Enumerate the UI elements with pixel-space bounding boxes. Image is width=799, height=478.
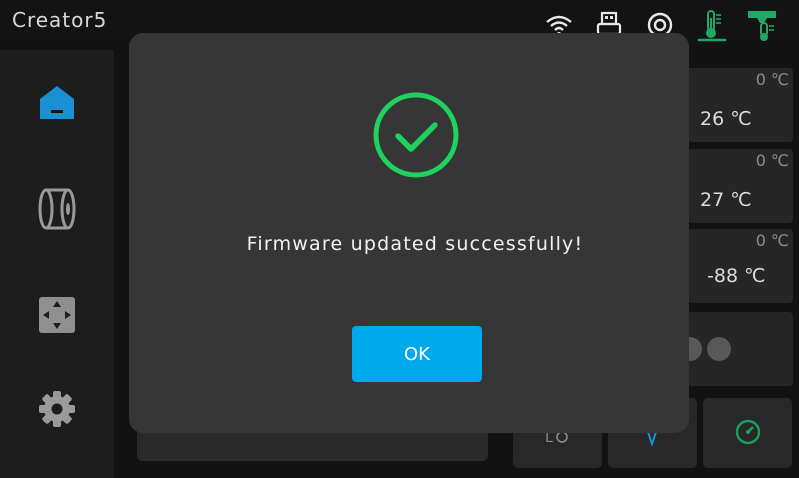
- temperature-card-chamber: 0 ℃ -88 ℃: [688, 229, 793, 303]
- temperature-card-extruder: 0 ℃ 27 ℃: [688, 149, 793, 223]
- sidebar-item-settings[interactable]: [34, 386, 80, 432]
- home-icon: [40, 86, 74, 119]
- bed-current-temp: 26 ℃: [700, 108, 752, 130]
- fan-panel: [688, 312, 793, 386]
- fan-dot: [707, 337, 731, 361]
- move-axis-icon: [39, 297, 75, 333]
- app-title: Creator5: [12, 8, 108, 32]
- sidebar-item-move[interactable]: [34, 292, 80, 338]
- settings-gear-icon: [39, 391, 75, 427]
- bed-target-temp: 0 ℃: [755, 70, 789, 89]
- temperature-card-bed: 0 ℃ 26 ℃: [688, 68, 793, 142]
- success-check-icon: [373, 92, 459, 178]
- filament-spool-icon: [38, 188, 76, 230]
- chamber-target-temp: 0 ℃: [755, 231, 789, 250]
- firmware-update-dialog: Firmware updated successfully! OK: [129, 33, 689, 433]
- extruder-current-temp: 27 ℃: [700, 189, 752, 211]
- sidebar-item-filament[interactable]: [34, 186, 80, 232]
- sidebar-item-home[interactable]: [34, 80, 80, 126]
- speed-gauge-icon: [735, 419, 761, 445]
- ok-button[interactable]: OK: [352, 326, 482, 382]
- extruder-target-temp: 0 ℃: [755, 151, 789, 170]
- chamber-current-temp: -88 ℃: [707, 265, 766, 287]
- sidebar: [0, 50, 114, 478]
- bed-temperature-icon: [698, 10, 726, 42]
- speed-button[interactable]: [703, 398, 792, 468]
- dialog-message: Firmware updated successfully!: [246, 233, 584, 255]
- extruder-temperature-icon: [748, 11, 776, 41]
